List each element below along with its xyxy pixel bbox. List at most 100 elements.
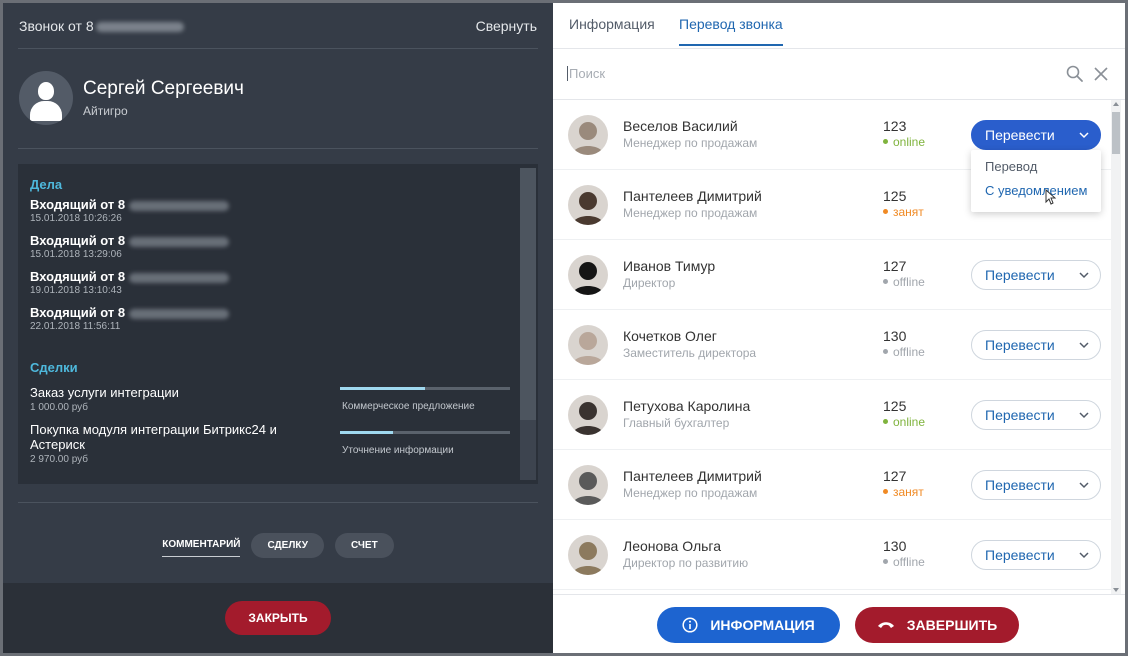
employee-name: Пантелеев Димитрий [623,468,762,484]
employee-status: занят [883,485,924,499]
chevron-down-icon[interactable] [1079,479,1089,491]
chevron-down-icon[interactable] [1079,549,1089,561]
chevron-down-icon[interactable] [1079,409,1089,421]
employee-extension: 130 [883,328,907,344]
scroll-down-arrow-icon[interactable] [1113,588,1119,592]
chevron-down-icon[interactable] [1079,269,1089,281]
employee-row[interactable]: Кочетков Олег Заместитель директора 130 off… [553,310,1112,380]
search-input[interactable] [567,66,1047,81]
employee-list-scrollbar[interactable] [1111,100,1121,594]
deals-section-title: Сделки [30,360,78,375]
end-call-button[interactable]: ЗАВЕРШИТЬ [855,607,1019,643]
transfer-button-label: Перевести [985,267,1055,283]
divider [18,48,538,49]
collapse-button[interactable]: Свернуть [476,18,537,34]
task-title: Входящий от 8 [30,305,126,320]
transfer-button[interactable]: Перевести [971,470,1101,500]
task-title: Входящий от 8 [30,269,126,284]
transfer-button[interactable]: Перевести [971,260,1101,290]
task-item[interactable]: Входящий от 8 19.01.2018 13:10:43 [30,269,230,296]
employee-name: Иванов Тимур [623,258,716,274]
employee-name: Пантелеев Димитрий [623,188,762,204]
create-invoice-button[interactable]: СЧЕТ [334,533,394,558]
employee-row[interactable]: Иванов Тимур Директор 127 offline Перевести [553,240,1112,310]
task-item[interactable]: Входящий от 8 15.01.2018 13:29:06 [30,234,230,260]
tab-information[interactable]: Информация [569,16,655,44]
employee-extension: 123 [883,118,907,134]
deal-stage-progress [340,431,510,434]
transfer-button[interactable]: Перевести [971,400,1101,430]
employee-status: online [883,135,925,149]
deal-price: 1 000.00 руб [30,402,88,413]
employee-status-label: offline [893,345,925,359]
status-dot-icon [883,279,888,285]
dropdown-item-with-notification[interactable]: С уведомлением [985,183,1087,198]
employee-status-label: offline [893,555,925,569]
phone-number-blurred [129,308,230,319]
employee-role: Менеджер по продажам [623,486,758,500]
employee-status-label: online [893,415,926,429]
divider [18,502,538,503]
phone-number-blurred [95,21,184,32]
search-bar [553,50,1125,100]
deal-stage-label: Коммерческое предложение [342,401,475,412]
tab-bar: Информация Перевод звонка [553,3,1125,49]
employee-status: offline [883,275,925,289]
status-dot-icon [883,349,888,355]
deal-title: Покупка модуля интеграции Битрикс24 и Ас… [30,422,277,452]
transfer-button-label: Перевести [985,127,1055,143]
employee-status: offline [883,345,925,359]
employee-extension: 127 [883,468,907,484]
information-button[interactable]: ИНФОРМАЦИЯ [657,607,840,643]
chevron-down-icon[interactable] [1079,339,1089,351]
employee-extension: 125 [883,188,907,204]
deal-item[interactable]: Заказ услуги интеграции 1 000.00 руб [30,385,320,413]
employee-name: Кочетков Олег [623,328,717,344]
chevron-down-icon[interactable] [1079,129,1089,141]
deal-stage: Коммерческое предложение [340,387,510,412]
transfer-button-label: Перевести [985,547,1055,563]
task-item[interactable]: Входящий от 8 15.01.2018 10:26:26 [30,197,230,224]
create-deal-button[interactable]: СДЕЛКУ [251,533,324,558]
close-button[interactable]: ЗАКРЫТЬ [225,601,331,635]
employee-status-label: online [893,135,926,149]
employee-avatar [568,255,608,295]
transfer-panel-footer: ИНФОРМАЦИЯ ЗАВЕРШИТЬ [553,594,1125,653]
activity-scrollbar[interactable] [520,168,536,480]
caller-avatar-icon [19,71,73,125]
employee-row[interactable]: Петухова Каролина Главный бухгалтер 125 onl… [553,380,1112,450]
tab-call-transfer[interactable]: Перевод звонка [679,16,783,46]
search-icon[interactable] [1066,65,1084,83]
employee-avatar [568,535,608,575]
task-title: Входящий от 8 [30,197,126,212]
transfer-button[interactable]: Перевести [971,330,1101,360]
employee-name: Леонова Ольга [623,538,722,554]
transfer-button[interactable]: Перевести [971,120,1101,150]
task-date: 15.01.2018 10:26:26 [30,213,122,224]
employee-row[interactable]: Леонова Ольга Директор по развитию 130 offl… [553,520,1112,590]
employee-role: Заместитель директора [623,346,757,360]
transfer-button-label: Перевести [985,337,1055,353]
status-dot-icon [883,489,888,495]
scrollbar-thumb[interactable] [1112,112,1120,154]
employee-row[interactable]: Пантелеев Димитрий Менеджер по продажам 12… [553,450,1112,520]
employee-role: Директор [623,276,676,290]
add-comment-button[interactable]: КОММЕНТАРИЙ [162,535,241,557]
information-button-label: ИНФОРМАЦИЯ [710,617,815,633]
tasks-section-title: Дела [30,177,63,192]
status-dot-icon [883,559,888,565]
transfer-button[interactable]: Перевести [971,540,1101,570]
deal-stage-progress [340,387,510,390]
clear-search-icon[interactable] [1094,67,1108,81]
caller-name[interactable]: Сергей Сергеевич [83,78,244,100]
employee-avatar [568,325,608,365]
deal-stage-label: Уточнение информации [342,445,454,456]
deal-item[interactable]: Покупка модуля интеграции Битрикс24 и Ас… [30,422,320,465]
dropdown-item-transfer[interactable]: Перевод [985,159,1037,174]
task-item[interactable]: Входящий от 8 22.01.2018 11:56:11 [30,305,230,332]
employee-role: Менеджер по продажам [623,136,758,150]
scroll-up-arrow-icon[interactable] [1113,102,1119,106]
deal-title: Заказ услуги интеграции [30,385,179,400]
employee-status: offline [883,555,925,569]
employee-status: занят [883,205,924,219]
